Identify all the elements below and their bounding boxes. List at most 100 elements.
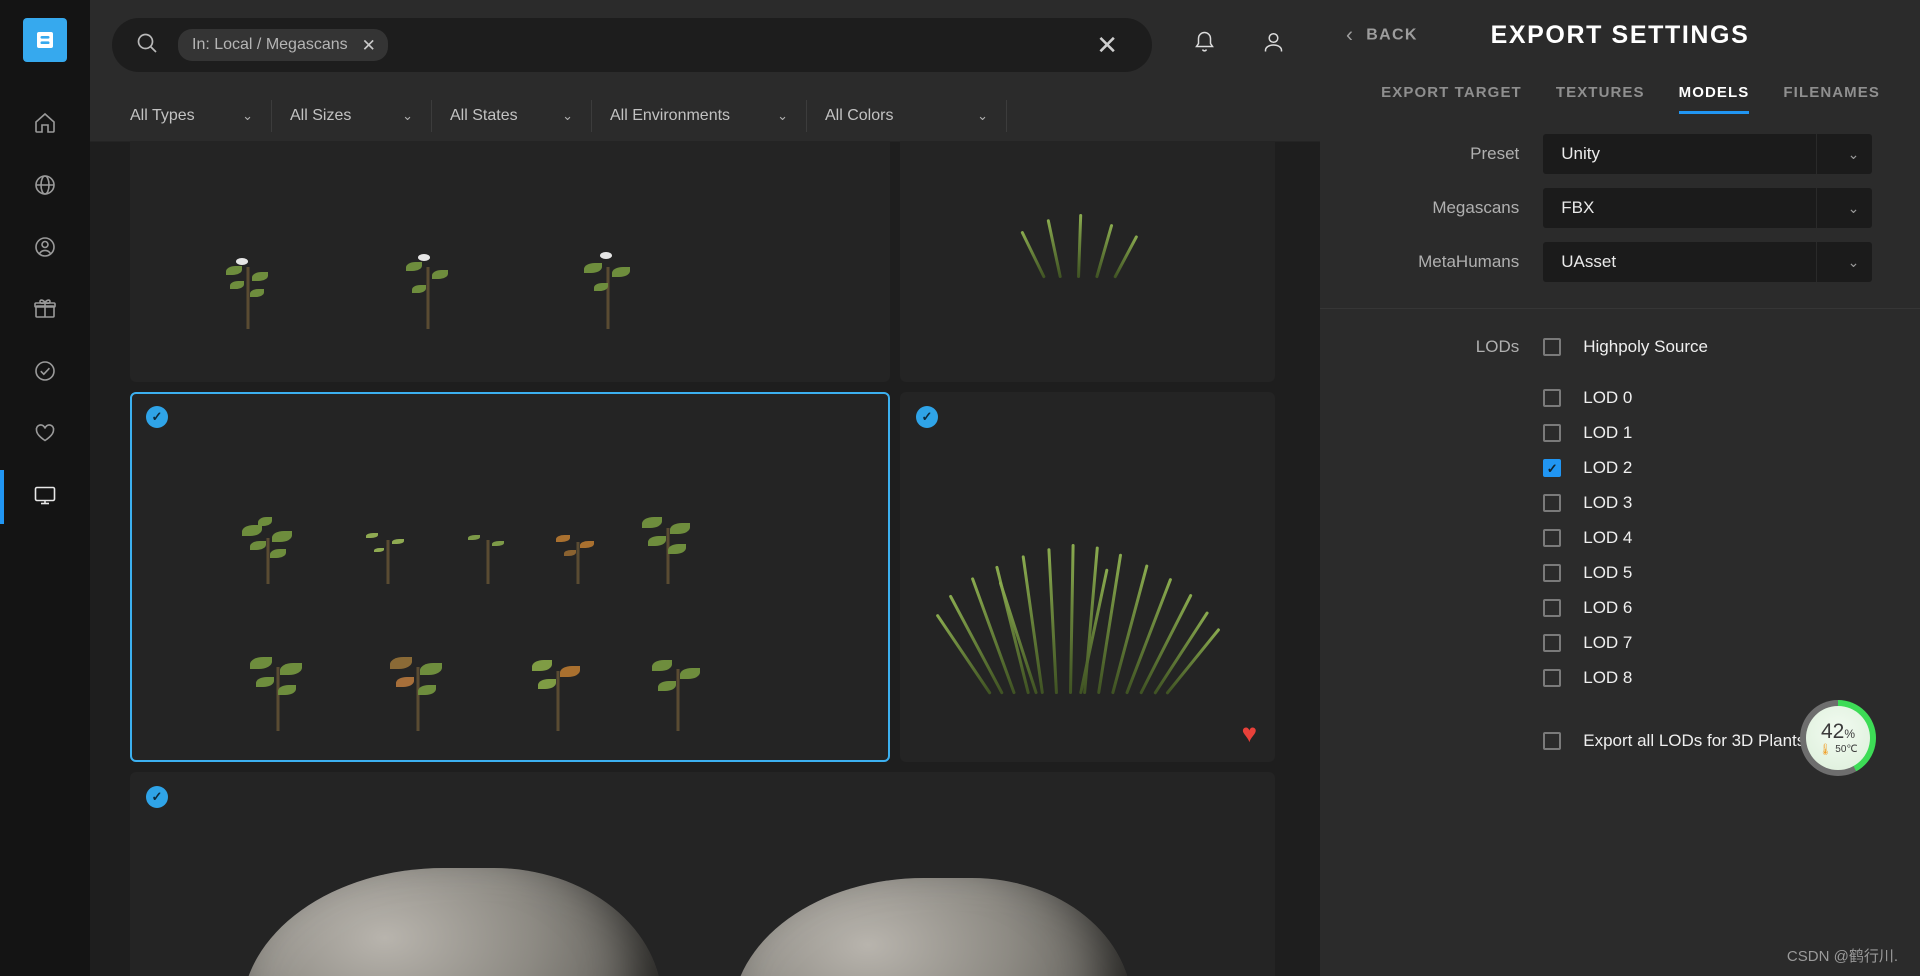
lod-row: LOD 1 (1320, 423, 1920, 443)
checkbox-lod-1[interactable] (1543, 424, 1562, 442)
gauge-temperature: 🌡 50℃ (1818, 743, 1857, 756)
preset-select[interactable]: Unity ⌄ (1543, 134, 1872, 174)
lod-2-label: LOD 2 (1583, 458, 1633, 477)
user-icon[interactable] (1259, 28, 1288, 62)
chevron-down-icon: ⌄ (1816, 242, 1872, 282)
asset-card[interactable]: ✓ ♥ (900, 392, 1275, 762)
filter-label: All Types (130, 106, 195, 124)
sidebar-item-home[interactable] (0, 94, 90, 156)
search-scope-label: In: Local / Megascans (192, 36, 348, 53)
search-bar[interactable]: In: Local / Megascans ✕ ✕ (112, 18, 1152, 72)
chevron-down-icon: ⌄ (1816, 188, 1872, 228)
filter-all-environments[interactable]: All Environments ⌄ (592, 99, 807, 132)
back-label: BACK (1366, 26, 1418, 43)
filter-label: All Sizes (290, 106, 352, 124)
search-icon (134, 30, 160, 61)
export-settings-panel: ‹ BACK EXPORT SETTINGS EXPORT TARGET TEX… (1320, 0, 1920, 976)
filter-label: All Environments (610, 106, 731, 124)
tab-filenames[interactable]: FILENAMES (1783, 84, 1880, 114)
asset-card[interactable] (900, 142, 1275, 382)
favorite-heart-icon[interactable]: ♥ (1242, 720, 1257, 746)
tab-models[interactable]: MODELS (1678, 84, 1750, 114)
gauge-inner: 42% 🌡 50℃ (1806, 706, 1870, 770)
sidebar-item-acquired[interactable] (0, 342, 90, 404)
metahumans-value: UAsset (1561, 252, 1617, 271)
metahumans-format-select[interactable]: UAsset ⌄ (1543, 242, 1872, 282)
search-clear-icon[interactable]: ✕ (1096, 32, 1118, 58)
gauge-percent-symbol: % (1844, 726, 1856, 741)
system-gauge-widget[interactable]: 42% 🌡 50℃ (1800, 700, 1876, 776)
monitor-icon (32, 482, 58, 513)
globe-icon (32, 172, 58, 203)
chevron-down-icon: ⌄ (242, 107, 253, 123)
tab-export-target[interactable]: EXPORT TARGET (1381, 84, 1522, 114)
asset-thumbnail (132, 142, 888, 380)
lod-row: LOD 4 (1320, 528, 1920, 548)
bell-icon[interactable] (1190, 28, 1219, 62)
asset-selected-check-icon[interactable]: ✓ (146, 406, 168, 428)
asset-thumbnail (902, 142, 1273, 380)
lod-5-label: LOD 5 (1583, 563, 1633, 582)
filter-all-types[interactable]: All Types ⌄ (112, 99, 272, 132)
sidebar-item-account[interactable] (0, 218, 90, 280)
asset-selected-check-icon[interactable]: ✓ (916, 406, 938, 428)
asset-card[interactable] (130, 142, 890, 382)
megascans-label: Megascans (1432, 198, 1520, 217)
panel-header: ‹ BACK EXPORT SETTINGS (1320, 0, 1920, 70)
checkbox-lod-0[interactable] (1543, 389, 1562, 407)
lods-label: LODs (1475, 337, 1520, 356)
checkbox-lod-4[interactable] (1543, 529, 1562, 547)
checkbox-export-all-lods[interactable] (1543, 732, 1562, 750)
filter-label: All Colors (825, 106, 894, 124)
lod-row: LOD 0 (1320, 388, 1920, 408)
filter-all-sizes[interactable]: All Sizes ⌄ (272, 99, 432, 132)
export-all-lods-label: Export all LODs for 3D Plants (1583, 731, 1806, 750)
preset-row: Preset Unity ⌄ (1320, 134, 1920, 174)
filter-all-states[interactable]: All States ⌄ (432, 99, 592, 132)
lod-0-label: LOD 0 (1583, 388, 1633, 407)
search-scope-chip[interactable]: In: Local / Megascans ✕ (178, 29, 388, 61)
tab-textures[interactable]: TEXTURES (1556, 84, 1645, 114)
checkbox-lod-6[interactable] (1543, 599, 1562, 617)
checkbox-lod-5[interactable] (1543, 564, 1562, 582)
lod-4-label: LOD 4 (1583, 528, 1633, 547)
lod-3-label: LOD 3 (1583, 493, 1633, 512)
megascans-format-select[interactable]: FBX ⌄ (1543, 188, 1872, 228)
lod-6-label: LOD 6 (1583, 598, 1633, 617)
asset-grid: ✓ ✓ ♥ ✓ (130, 142, 1410, 976)
highpoly-row: LODs Highpoly Source (1320, 337, 1920, 357)
filter-label: All States (450, 106, 518, 124)
left-icon-rail (0, 0, 90, 976)
panel-tab-bar: EXPORT TARGET TEXTURES MODELS FILENAMES (1320, 70, 1920, 114)
checkbox-lod-7[interactable] (1543, 634, 1562, 652)
filter-all-colors[interactable]: All Colors ⌄ (807, 99, 1007, 132)
preset-label: Preset (1470, 144, 1520, 163)
chevron-down-icon: ⌄ (977, 107, 988, 123)
asset-selected-check-icon[interactable]: ✓ (146, 786, 168, 808)
sidebar-item-local[interactable] (0, 466, 90, 528)
lods-group: LODs Highpoly Source LOD 0 LOD 1 ✓ LOD 2… (1320, 309, 1920, 751)
lod-row: LOD 7 (1320, 633, 1920, 653)
bridge-logo-icon[interactable] (23, 18, 67, 62)
metahumans-label: MetaHumans (1418, 252, 1520, 271)
sidebar-item-free[interactable] (0, 280, 90, 342)
close-icon[interactable]: ✕ (362, 37, 376, 54)
chevron-down-icon: ⌄ (402, 107, 413, 123)
checkbox-lod-2[interactable] (1543, 459, 1562, 477)
lod-row: LOD 3 (1320, 493, 1920, 513)
watermark: CSDN @鹤行川. (1786, 948, 1898, 965)
preset-value: Unity (1561, 144, 1600, 163)
panel-body: Preset Unity ⌄ Megascans FBX ⌄ MetaHuman… (1320, 114, 1920, 976)
sidebar-item-community[interactable] (0, 156, 90, 218)
asset-card[interactable]: ✓ (130, 772, 1275, 976)
asset-card[interactable]: ✓ (130, 392, 890, 762)
highpoly-source-label: Highpoly Source (1583, 337, 1708, 356)
heart-icon (32, 420, 58, 451)
sidebar-item-favorites[interactable] (0, 404, 90, 466)
gift-icon (32, 296, 58, 327)
asset-thumbnail (132, 394, 888, 760)
back-button[interactable]: ‹ BACK (1346, 25, 1418, 46)
checkbox-lod-3[interactable] (1543, 494, 1562, 512)
checkbox-highpoly-source[interactable] (1543, 338, 1562, 356)
checkbox-lod-8[interactable] (1543, 669, 1562, 687)
